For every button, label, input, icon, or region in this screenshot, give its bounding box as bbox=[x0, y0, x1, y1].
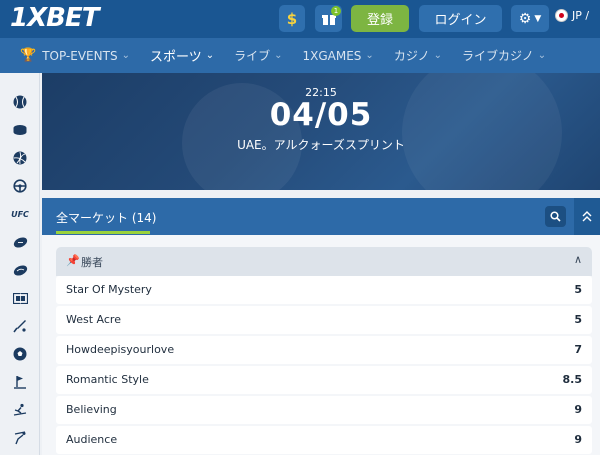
deposit-button[interactable]: $ bbox=[279, 5, 305, 32]
odds-row[interactable]: Romantic Style 8.5 bbox=[56, 366, 592, 394]
chevron-down-icon: ⌄ bbox=[433, 50, 442, 61]
odds-row[interactable]: Audience 9 bbox=[56, 426, 592, 454]
ski-jump-icon[interactable] bbox=[11, 429, 29, 447]
nav-label: ライブカジノ bbox=[461, 49, 534, 63]
odds-value[interactable]: 5 bbox=[574, 313, 582, 326]
market-tab-bar: 全マーケット (14) bbox=[42, 198, 600, 235]
hockey-puck-icon[interactable] bbox=[11, 121, 29, 139]
odds-value[interactable]: 9 bbox=[574, 403, 582, 416]
golf-icon[interactable] bbox=[11, 373, 29, 391]
register-button[interactable]: 登録 bbox=[351, 5, 409, 32]
skiing-icon[interactable] bbox=[11, 401, 29, 419]
runner-name: Believing bbox=[66, 403, 117, 416]
cricket-icon[interactable] bbox=[11, 317, 29, 335]
event-title: UAE。アルクォーズスプリント bbox=[237, 138, 405, 152]
nav-label: ライブ bbox=[234, 49, 271, 63]
language-selector[interactable]: JP / bbox=[555, 9, 589, 22]
pin-icon[interactable]: 📌 bbox=[66, 254, 80, 267]
ufc-icon[interactable]: UFC bbox=[11, 205, 29, 223]
odds-row[interactable]: Star Of Mystery 5 bbox=[56, 276, 592, 304]
nav-label: TOP-EVENTS bbox=[42, 48, 118, 63]
chevron-down-icon: ⌄ bbox=[274, 50, 283, 61]
chevron-down-icon: ⌄ bbox=[205, 50, 215, 61]
market-group-header[interactable]: 📌 勝者 ∧ bbox=[56, 247, 592, 276]
chevron-down-icon: ▼ bbox=[534, 13, 542, 24]
chevron-down-icon: ⌄ bbox=[365, 50, 374, 61]
nav-top-events[interactable]: 🏆 TOP-EVENTS ⌄ bbox=[20, 48, 130, 63]
chevron-down-icon: ⌄ bbox=[537, 50, 547, 61]
odds-value[interactable]: 7 bbox=[574, 343, 582, 356]
login-button[interactable]: ログイン bbox=[419, 5, 502, 32]
volleyball-icon[interactable] bbox=[11, 149, 29, 167]
nav-1xgames[interactable]: 1XGAMES ⌄ bbox=[303, 49, 374, 63]
soccer-ball-icon[interactable] bbox=[11, 345, 29, 363]
rugby-icon[interactable] bbox=[11, 261, 29, 279]
main-nav: 🏆 TOP-EVENTS ⌄ スポーツ ⌄ ライブ ⌄ 1XGAMES ⌄ カジ… bbox=[0, 38, 600, 73]
steering-wheel-icon[interactable] bbox=[11, 177, 29, 195]
runner-name: Audience bbox=[66, 433, 118, 446]
odds-row[interactable]: Believing 9 bbox=[56, 396, 592, 424]
double-chevron-up-icon bbox=[582, 211, 592, 222]
nav-label: カジノ bbox=[393, 49, 430, 63]
nav-live[interactable]: ライブ ⌄ bbox=[234, 47, 282, 64]
search-icon bbox=[550, 211, 561, 222]
sport-sidebar: UFC bbox=[0, 73, 40, 455]
japan-flag-icon bbox=[555, 9, 568, 22]
gift-button[interactable]: 1 bbox=[315, 5, 342, 32]
odds-row[interactable]: West Acre 5 bbox=[56, 306, 592, 334]
nav-live-casino[interactable]: ライブカジノ ⌄ bbox=[462, 47, 546, 64]
event-hero-banner: 22:15 04/05 UAE。アルクォーズスプリント bbox=[42, 73, 600, 190]
nav-label: スポーツ bbox=[149, 50, 202, 65]
tab-all-markets[interactable]: 全マーケット (14) bbox=[56, 209, 156, 226]
runner-name: West Acre bbox=[66, 313, 121, 326]
event-date: 04/05 bbox=[269, 97, 373, 133]
odds-value[interactable]: 5 bbox=[574, 283, 582, 296]
runner-name: Star Of Mystery bbox=[66, 283, 152, 296]
dollar-icon: $ bbox=[286, 9, 298, 28]
american-football-icon[interactable] bbox=[11, 233, 29, 251]
trophy-icon: 🏆 bbox=[20, 48, 37, 63]
nav-sports[interactable]: スポーツ ⌄ bbox=[150, 46, 214, 65]
gift-badge: 1 bbox=[331, 6, 341, 16]
top-header: 1XBET $ 1 登録 ログイン ⚙ ▼ JP / bbox=[0, 0, 600, 38]
odds-value[interactable]: 9 bbox=[574, 433, 582, 446]
market-group-title: 勝者 bbox=[81, 256, 103, 269]
chevron-down-icon: ⌄ bbox=[121, 50, 130, 61]
language-label: JP / bbox=[572, 9, 590, 22]
active-tab-indicator bbox=[56, 231, 150, 234]
gear-icon: ⚙ bbox=[518, 10, 532, 27]
collapse-all-button[interactable] bbox=[574, 198, 600, 235]
market-panel: 📌 勝者 ∧ Star Of Mystery 5 West Acre 5 How… bbox=[42, 235, 600, 455]
brand-logo[interactable]: 1XBET bbox=[10, 3, 99, 33]
nav-label: 1XGAMES bbox=[302, 48, 362, 63]
baseball-icon[interactable] bbox=[11, 93, 29, 111]
runner-name: Romantic Style bbox=[66, 373, 149, 386]
nav-casino[interactable]: カジノ ⌄ bbox=[394, 47, 442, 64]
odds-row[interactable]: Howdeepisyourlove 7 bbox=[56, 336, 592, 364]
settings-button[interactable]: ⚙ ▼ bbox=[511, 5, 549, 32]
chevron-up-icon[interactable]: ∧ bbox=[574, 253, 582, 266]
runner-name: Howdeepisyourlove bbox=[66, 343, 175, 356]
odds-value[interactable]: 8.5 bbox=[563, 373, 583, 386]
market-search-button[interactable] bbox=[545, 206, 566, 227]
table-football-icon[interactable] bbox=[11, 289, 29, 307]
